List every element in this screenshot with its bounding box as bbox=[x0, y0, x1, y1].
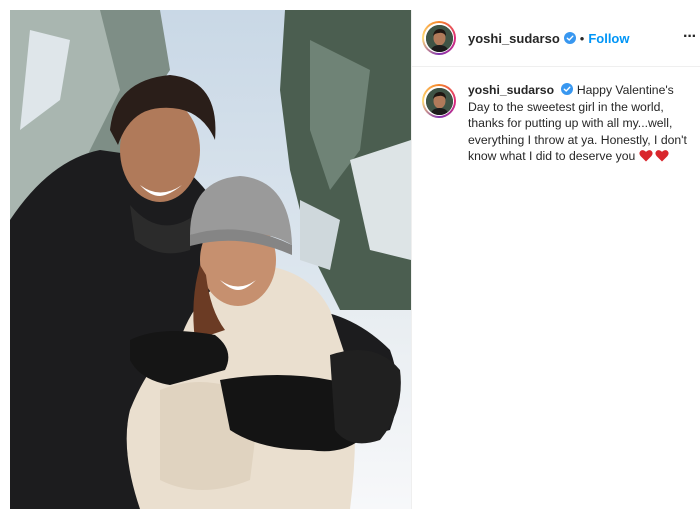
verified-badge-icon bbox=[561, 83, 574, 95]
more-options-icon[interactable]: ··· bbox=[683, 28, 697, 46]
caption-avatar[interactable] bbox=[422, 84, 456, 118]
instagram-post: yoshi_sudarso • Follow ··· yoshi_sudarso… bbox=[0, 0, 700, 519]
follow-button[interactable]: Follow bbox=[588, 31, 629, 46]
heart-icon bbox=[639, 150, 653, 162]
caption-block: yoshi_sudarso Happy Valentine's Day to t… bbox=[412, 82, 697, 165]
avatar-image bbox=[425, 24, 453, 52]
post-header: yoshi_sudarso • Follow ··· bbox=[412, 10, 700, 67]
couple-photo-image bbox=[10, 10, 411, 509]
avatar-image bbox=[425, 87, 453, 115]
caption-username-link[interactable]: yoshi_sudarso bbox=[468, 83, 554, 97]
caption-text: yoshi_sudarso Happy Valentine's Day to t… bbox=[468, 82, 690, 165]
username-link[interactable]: yoshi_sudarso bbox=[468, 31, 560, 46]
separator-dot: • bbox=[579, 30, 585, 46]
verified-badge-icon bbox=[563, 32, 576, 44]
post-photo[interactable] bbox=[10, 10, 411, 509]
avatar[interactable] bbox=[422, 21, 456, 55]
heart-icon bbox=[655, 150, 669, 162]
